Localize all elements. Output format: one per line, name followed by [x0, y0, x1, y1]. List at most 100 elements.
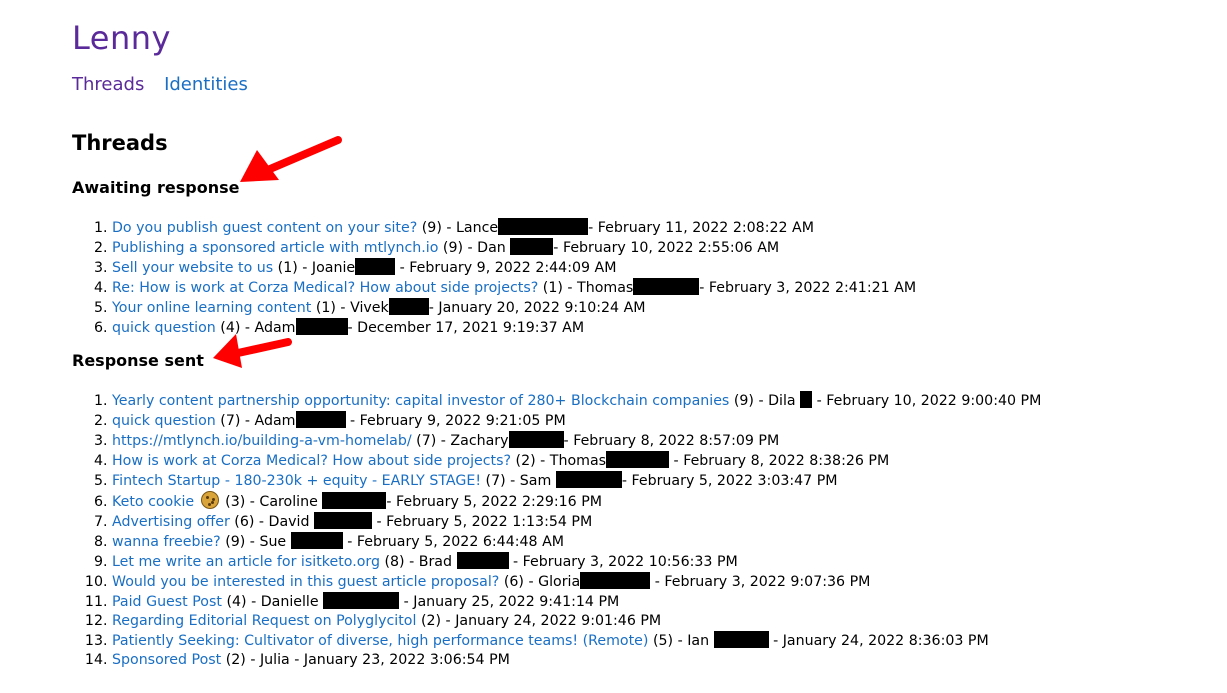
sender-name: Joanie: [311, 260, 356, 276]
message-count: (9): [225, 534, 246, 550]
thread-link[interactable]: quick question: [112, 413, 216, 429]
message-count: (9): [442, 240, 464, 256]
thread-item: Keto cookie (3) - Caroline - February 5,…: [112, 491, 1041, 512]
thread-link[interactable]: Would you be interested in this guest ar…: [112, 574, 499, 590]
redacted-surname: [498, 218, 589, 235]
message-count: (2): [225, 652, 246, 668]
thread-date: February 5, 2022 3:03:47 PM: [631, 473, 838, 489]
sender-name: Sam: [519, 473, 552, 489]
thread-link[interactable]: Your online learning content: [112, 300, 311, 316]
awaiting-response-heading: Awaiting response: [72, 178, 240, 197]
red-arrow-icon: [240, 136, 342, 182]
sender-name: Brad: [418, 554, 453, 570]
thread-link[interactable]: Re: How is work at Corza Medical? How ab…: [112, 280, 538, 296]
thread-item: Re: How is work at Corza Medical? How ab…: [112, 278, 916, 298]
sender-name: Dan: [477, 240, 506, 256]
sender-name: Vivek: [350, 300, 389, 316]
sender-name: David: [268, 514, 310, 530]
awaiting-thread-list: Do you publish guest content on your sit…: [72, 218, 916, 338]
thread-date: January 24, 2022 8:36:03 PM: [782, 633, 989, 649]
thread-item: https://mtlynch.io/building-a-vm-homelab…: [112, 431, 1041, 451]
sender-name: Danielle: [260, 594, 319, 610]
nav-identities-link[interactable]: Identities: [164, 74, 248, 95]
thread-date: February 11, 2022 2:08:22 AM: [597, 220, 814, 236]
redacted-surname: [510, 238, 554, 255]
thread-link[interactable]: wanna freebie?: [112, 534, 221, 550]
message-count: (6): [503, 574, 524, 590]
message-count: (9): [421, 220, 442, 236]
message-count: (5): [652, 633, 674, 649]
message-count: (1): [542, 280, 563, 296]
thread-date: January 24, 2022 9:01:46 PM: [455, 613, 662, 629]
thread-date: February 5, 2022 2:29:16 PM: [395, 494, 603, 510]
thread-link[interactable]: Publishing a sponsored article with mtly…: [112, 240, 438, 256]
thread-link[interactable]: Do you publish guest content on your sit…: [112, 220, 417, 236]
thread-link[interactable]: Patiently Seeking: Cultivator of diverse…: [112, 633, 648, 649]
thread-item: Sell your website to us (1) - Joanie - F…: [112, 258, 916, 278]
redacted-surname: [323, 592, 400, 609]
thread-date: February 5, 2022 6:44:48 AM: [356, 534, 565, 550]
thread-date: January 20, 2022 9:10:24 AM: [438, 300, 646, 316]
sender-name: Thomas: [577, 280, 634, 296]
thread-link[interactable]: Sponsored Post: [112, 652, 221, 668]
thread-link[interactable]: Paid Guest Post: [112, 594, 222, 610]
redacted-surname: [314, 512, 373, 529]
thread-date: February 9, 2022 2:44:09 AM: [409, 260, 617, 276]
thread-item: Yearly content partnership opportunity: …: [112, 391, 1041, 411]
redacted-surname: [388, 298, 429, 315]
message-count: (1): [315, 300, 336, 316]
redacted-surname: [800, 391, 813, 408]
red-arrow-icon: [213, 334, 292, 368]
redacted-surname: [456, 552, 509, 569]
thread-date: February 10, 2022 9:00:40 PM: [826, 393, 1042, 409]
thread-item: Sponsored Post (2) - Julia - January 23,…: [112, 651, 1041, 670]
redacted-surname: [355, 258, 396, 275]
thread-link[interactable]: How is work at Corza Medical? How about …: [112, 453, 511, 469]
message-count: (1): [277, 260, 298, 276]
thread-item: Regarding Editorial Request on Polyglyci…: [112, 612, 1041, 631]
redacted-surname: [633, 278, 700, 295]
thread-link[interactable]: Sell your website to us: [112, 260, 273, 276]
redacted-surname: [322, 492, 387, 509]
message-count: (2): [420, 613, 442, 629]
thread-link[interactable]: Advertising offer: [112, 514, 230, 530]
redacted-surname: [713, 631, 769, 648]
response-sent-heading: Response sent: [72, 351, 204, 370]
thread-date: February 8, 2022 8:57:09 PM: [573, 433, 780, 449]
thread-link[interactable]: Yearly content partnership opportunity: …: [112, 393, 729, 409]
thread-item: Let me write an article for isitketo.org…: [112, 552, 1041, 572]
thread-date: February 3, 2022 10:56:33 PM: [522, 554, 738, 570]
message-count: (7): [485, 473, 506, 489]
thread-item: Do you publish guest content on your sit…: [112, 218, 916, 238]
thread-link[interactable]: Regarding Editorial Request on Polyglyci…: [112, 613, 416, 629]
sender-name: Sue: [259, 534, 287, 550]
site-title[interactable]: Lenny: [72, 18, 171, 58]
sent-thread-list: Yearly content partnership opportunity: …: [72, 391, 1041, 670]
nav-threads-link[interactable]: Threads: [72, 74, 144, 95]
thread-date: January 23, 2022 3:06:54 PM: [303, 652, 510, 668]
thread-item: Publishing a sponsored article with mtly…: [112, 238, 916, 258]
message-count: (9): [733, 393, 754, 409]
message-count: (6): [234, 514, 255, 530]
thread-item: Your online learning content (1) - Vivek…: [112, 298, 916, 318]
sender-name: Caroline: [259, 494, 318, 510]
thread-link[interactable]: Let me write an article for isitketo.org: [112, 554, 380, 570]
thread-item: Would you be interested in this guest ar…: [112, 572, 1041, 592]
thread-date: February 10, 2022 2:55:06 AM: [562, 240, 780, 256]
thread-item: Patiently Seeking: Cultivator of diverse…: [112, 631, 1041, 651]
thread-link[interactable]: quick question: [112, 320, 216, 336]
thread-date: February 9, 2022 9:21:05 PM: [359, 413, 566, 429]
thread-item: Fintech Startup - 180-230k + equity - EA…: [112, 471, 1041, 491]
main-nav: Threads Identities: [72, 72, 262, 98]
thread-link[interactable]: Fintech Startup - 180-230k + equity - EA…: [112, 473, 481, 489]
sender-name: Julia: [259, 652, 290, 668]
sender-name: Lance: [456, 220, 499, 236]
redacted-surname: [295, 411, 346, 428]
sender-name: Zachary: [450, 433, 509, 449]
sender-name: Gloria: [538, 574, 581, 590]
thread-date: February 5, 2022 1:13:54 PM: [386, 514, 593, 530]
thread-link[interactable]: Keto cookie: [112, 494, 194, 510]
sender-name: Thomas: [549, 453, 607, 469]
thread-link[interactable]: https://mtlynch.io/building-a-vm-homelab…: [112, 433, 412, 449]
redacted-surname: [508, 431, 564, 448]
